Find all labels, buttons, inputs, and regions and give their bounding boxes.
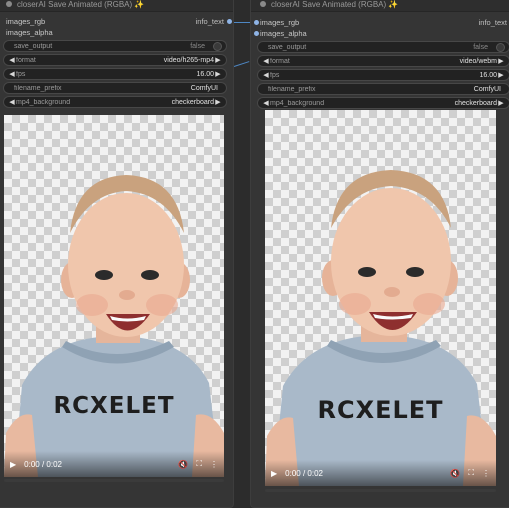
input-images-alpha[interactable]: images_alpha (6, 28, 53, 37)
widget-value: ComfyUI (190, 84, 218, 92)
collapse-dot-icon[interactable] (6, 1, 12, 7)
link-wire-top (232, 22, 252, 23)
filename-prefix-input[interactable]: filename_prefix ComfyUI (257, 83, 509, 95)
arrow-right-icon[interactable]: ▶ (497, 99, 505, 107)
widget-label: mp4_background (270, 99, 325, 107)
input-slot-dot-icon[interactable] (254, 20, 259, 25)
slot-row-images-rgb: images_rgb info_text (0, 16, 233, 27)
shirt-text: RCXELET (53, 393, 175, 419)
widget-value: 16.00 (196, 70, 214, 78)
volume-muted-icon[interactable]: 🔇 (450, 469, 460, 478)
video-controls: ▶ 0:00 / 0:02 🔇 ⛶ ⋮ (265, 460, 496, 486)
arrow-right-icon[interactable]: ▶ (214, 56, 222, 64)
time-display: 0:00 / 0:02 (24, 459, 62, 469)
input-images-alpha[interactable]: images_alpha (260, 29, 307, 38)
format-combo[interactable]: ◀ format video/webm ▶ (257, 55, 509, 67)
baby-image (265, 170, 496, 486)
video-progress-bar-right[interactable] (265, 489, 496, 492)
widget-value: false (473, 43, 488, 51)
slot-row-images-alpha: images_alpha (0, 27, 233, 38)
widget-value: checkerboard (454, 99, 497, 107)
mp4-background-combo[interactable]: ◀ mp4_background checkerboard ▶ (257, 97, 509, 109)
widget-label: save_output (14, 42, 53, 50)
toggle-dot-icon (213, 41, 222, 51)
more-vertical-icon[interactable]: ⋮ (210, 460, 218, 469)
video-preview-left[interactable]: RCXELET ▶ 0:00 / 0:02 🔇 ⛶ ⋮ (4, 115, 224, 477)
fullscreen-icon[interactable]: ⛶ (196, 459, 202, 469)
video-controls: ▶ 0:00 / 0:02 🔇 ⛶ ⋮ (4, 451, 224, 477)
arrow-left-icon[interactable]: ◀ (262, 99, 270, 107)
save-output-toggle[interactable]: save_output false (257, 41, 509, 53)
widget-value: video/h265-mp4 (163, 56, 214, 64)
shirt-text: RCXELET (317, 396, 444, 424)
video-preview-right[interactable]: RCXELET ▶ 0:00 / 0:02 🔇 ⛶ ⋮ (265, 110, 496, 486)
arrow-left-icon[interactable]: ◀ (8, 98, 16, 106)
collapse-dot-icon[interactable] (260, 1, 266, 7)
node-title-bar[interactable]: closerAI Save Animated (RGBA) ✨ (251, 0, 509, 12)
arrow-left-icon[interactable]: ◀ (8, 70, 16, 78)
widget-label: fps (16, 70, 26, 78)
widget-label: save_output (268, 43, 307, 51)
arrow-right-icon[interactable]: ▶ (214, 98, 222, 106)
input-images-rgb[interactable]: images_rgb (260, 18, 299, 27)
widget-label: format (16, 56, 36, 64)
filename-prefix-input[interactable]: filename_prefix ComfyUI (3, 82, 227, 94)
baby-image (4, 175, 224, 477)
input-slot-dot-icon[interactable] (254, 31, 259, 36)
arrow-left-icon[interactable]: ◀ (262, 57, 270, 65)
save-output-toggle[interactable]: save_output false (3, 40, 227, 52)
slot-row-images-alpha: images_alpha (251, 28, 509, 39)
arrow-right-icon[interactable]: ▶ (497, 57, 505, 65)
input-images-rgb[interactable]: images_rgb (6, 17, 45, 26)
play-icon[interactable]: ▶ (271, 469, 277, 478)
more-vertical-icon[interactable]: ⋮ (482, 469, 490, 478)
video-progress-bar-left[interactable] (4, 479, 224, 482)
slot-row-images-rgb: images_rgb info_text (251, 17, 509, 28)
widget-value: false (190, 42, 205, 50)
widget-label: mp4_background (16, 98, 71, 106)
widget-value: 16.00 (479, 71, 497, 79)
arrow-left-icon[interactable]: ◀ (262, 71, 270, 79)
fullscreen-icon[interactable]: ⛶ (468, 468, 474, 478)
output-slot-dot-icon[interactable] (227, 19, 232, 24)
arrow-left-icon[interactable]: ◀ (8, 56, 16, 64)
volume-muted-icon[interactable]: 🔇 (178, 460, 188, 469)
output-info-text[interactable]: info_text (196, 17, 224, 26)
widget-label: fps (270, 71, 280, 79)
mp4-background-combo[interactable]: ◀ mp4_background checkerboard ▶ (3, 96, 227, 108)
time-display: 0:00 / 0:02 (285, 468, 323, 478)
node-title-bar[interactable]: closerAI Save Animated (RGBA) ✨ (0, 0, 233, 12)
fps-number[interactable]: ◀ fps 16.00 ▶ (3, 68, 227, 80)
widget-label: filename_prefix (14, 84, 62, 92)
fps-number[interactable]: ◀ fps 16.00 ▶ (257, 69, 509, 81)
arrow-right-icon[interactable]: ▶ (214, 70, 222, 78)
toggle-dot-icon (496, 42, 505, 52)
output-info-text[interactable]: info_text (479, 18, 507, 27)
widget-label: filename_prefix (268, 85, 316, 93)
widget-label: format (270, 57, 290, 65)
arrow-right-icon[interactable]: ▶ (497, 71, 505, 79)
node-title: closerAI Save Animated (RGBA) ✨ (17, 0, 145, 9)
widget-value: checkerboard (171, 98, 214, 106)
widget-value: ComfyUI (473, 85, 501, 93)
node-title: closerAI Save Animated (RGBA) ✨ (271, 0, 399, 9)
format-combo[interactable]: ◀ format video/h265-mp4 ▶ (3, 54, 227, 66)
link-wire-bottom (233, 61, 250, 67)
widget-value: video/webm (459, 57, 497, 65)
play-icon[interactable]: ▶ (10, 460, 16, 469)
